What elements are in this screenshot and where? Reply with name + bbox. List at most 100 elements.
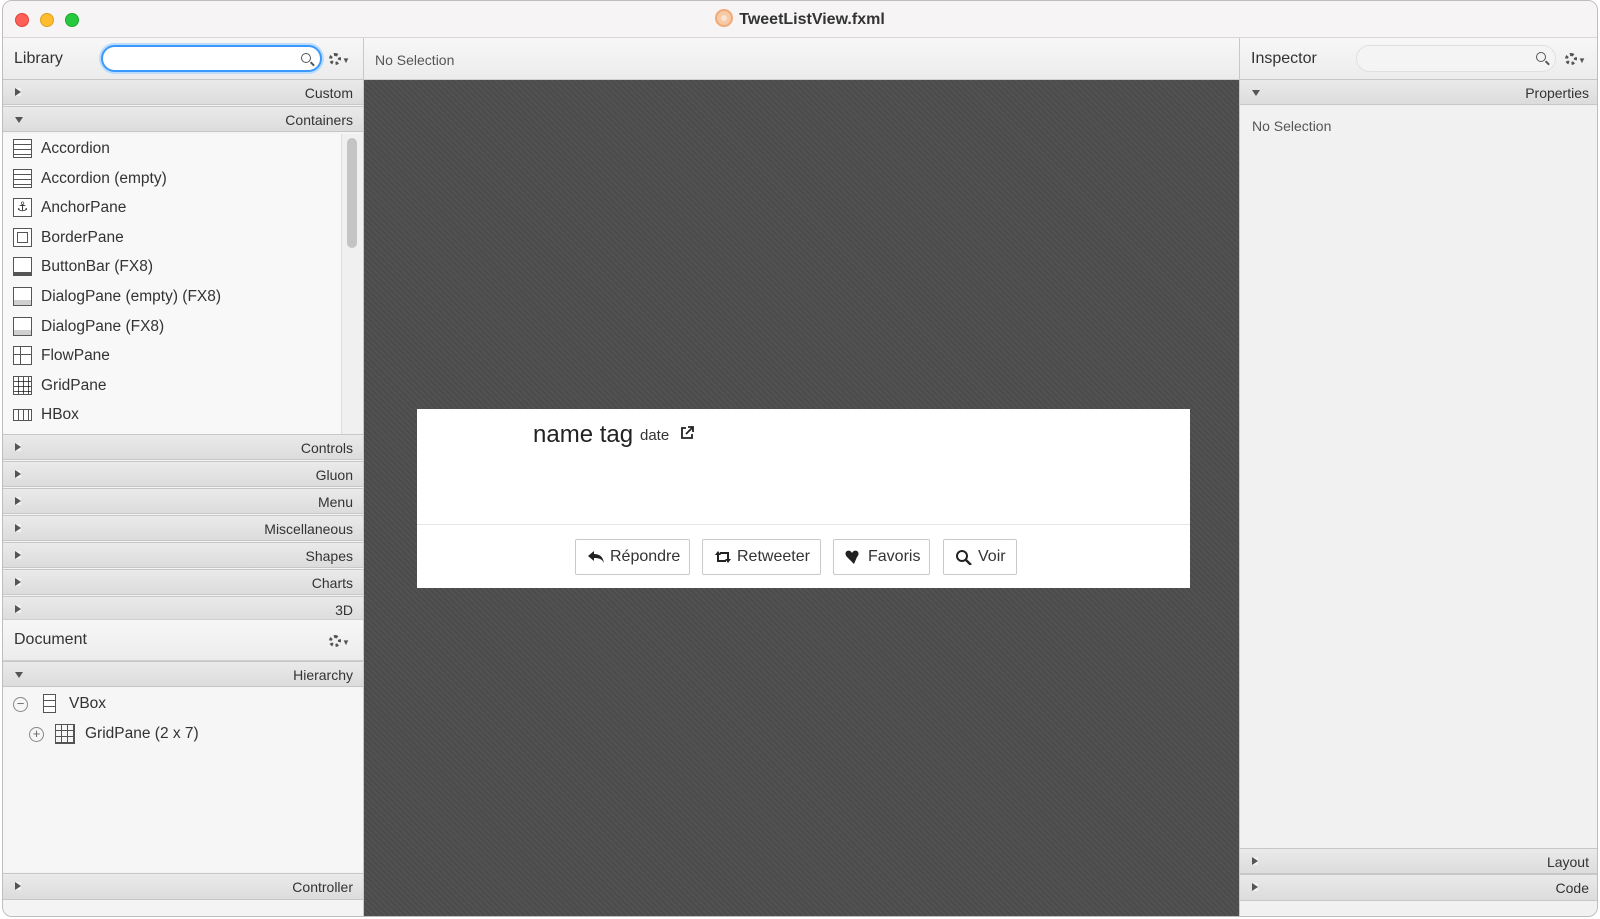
document-section-hierarchy[interactable]: Hierarchy [3,661,363,687]
inspector-no-selection: No Selection [1252,118,1332,134]
hierarchy-tree: − VBox + GridPane (2 x 7) [3,688,363,872]
library-item-label: ButtonBar (FX8) [41,258,153,276]
favorite-button[interactable]: Favoris [833,539,930,575]
tweet-preview-card[interactable]: name tag date Répondre Retweeter Favoris… [417,409,1190,588]
button-label: Voir [978,548,1006,565]
retweet-icon [715,551,731,563]
expanded-triangle-icon [1252,90,1260,96]
library-item-accordion-empty[interactable]: Accordion (empty) [3,164,341,194]
collapsed-triangle-icon [15,578,21,586]
library-section-charts[interactable]: Charts [3,569,363,595]
hbox-icon [13,409,32,422]
library-section-custom[interactable]: Custom [3,79,363,105]
expanded-triangle-icon [15,672,23,678]
external-link-icon[interactable] [679,425,695,441]
app-window: TweetListView.fxml Library ▼ Custom Cont… [2,0,1598,917]
library-section-shapes[interactable]: Shapes [3,542,363,568]
reply-button[interactable]: Répondre [575,539,690,575]
library-section-miscellaneous[interactable]: Miscellaneous [3,515,363,541]
inspector-section-properties[interactable]: Properties [1240,79,1597,105]
inspector-settings-gear-icon[interactable]: ▼ [1565,50,1587,68]
library-section-gluon[interactable]: Gluon [3,461,363,487]
library-item-label: HBox [41,406,79,424]
view-button[interactable]: Voir [943,539,1017,575]
library-item-dialogpane-empty[interactable]: DialogPane (empty) (FX8) [3,282,341,312]
expand-node-icon[interactable]: + [29,727,44,742]
window-title: TweetListView.fxml [739,11,885,28]
library-item-label: Accordion [41,140,110,157]
anchor-icon: ⚓ [13,198,32,218]
retweet-button[interactable]: Retweeter [702,539,821,575]
inspector-search-input[interactable] [1356,45,1556,72]
library-item-hbox[interactable]: HBox [3,400,341,430]
content-panel: No Selection name tag date Répondre Retw… [364,38,1239,916]
library-item-flowpane[interactable]: FlowPane [3,341,341,371]
heart-icon [845,550,859,564]
search-icon [956,550,972,565]
library-item-gridpane[interactable]: GridPane [3,371,341,401]
library-search-input[interactable] [101,45,322,72]
library-item-anchorpane[interactable]: ⚓ AnchorPane [3,193,341,223]
library-item-list: Accordion Accordion (empty) ⚓ AnchorPane… [3,134,341,434]
collapsed-triangle-icon [15,497,21,505]
document-settings-gear-icon[interactable]: ▼ [329,632,351,650]
button-label: Retweeter [737,548,810,565]
title-bar: TweetListView.fxml [3,1,1597,38]
collapsed-triangle-icon [15,88,21,96]
flowpane-icon [13,346,32,366]
collapsed-triangle-icon [15,605,21,613]
dialogpane-icon [13,316,32,336]
library-item-label: AnchorPane [41,199,127,217]
design-canvas[interactable]: name tag date Répondre Retweeter Favoris… [364,80,1239,916]
reply-icon [588,551,604,563]
collapsed-triangle-icon [15,551,21,559]
section-label: Menu [317,494,353,510]
collapsed-triangle-icon [15,470,21,478]
button-label: Favoris [868,548,921,565]
section-label: Shapes [305,548,353,564]
document-title: Document [14,631,87,648]
collapsed-triangle-icon [15,882,21,890]
library-item-buttonbar[interactable]: ButtonBar (FX8) [3,252,341,282]
section-label: Controller [292,879,353,895]
document-section-controller[interactable]: Controller [3,873,363,900]
library-scrollbar[interactable] [341,134,363,434]
properties-body [1240,106,1597,848]
library-item-borderpane[interactable]: BorderPane [3,223,341,253]
inspector-section-layout[interactable]: Layout [1240,848,1597,874]
library-item-label: FlowPane [41,347,110,365]
expanded-triangle-icon [15,117,23,123]
section-label: Charts [311,575,353,591]
tweet-name-tag[interactable]: name tag [533,421,633,449]
selection-path: No Selection [375,52,455,68]
selection-bar: No Selection [364,38,1239,80]
library-header: Library ▼ [3,38,363,80]
section-label: Miscellaneous [264,521,353,537]
collapse-node-icon[interactable]: − [13,697,28,712]
tree-node-label: GridPane (2 x 7) [85,725,199,742]
section-label: Hierarchy [293,667,353,683]
library-item-label: Accordion (empty) [41,169,167,187]
tweet-date[interactable]: date [640,427,669,444]
buttonbar-icon [13,257,32,277]
section-label: Gluon [315,467,353,483]
section-label: Layout [1546,854,1589,870]
inspector-title: Inspector [1251,50,1317,67]
library-section-containers[interactable]: Containers [3,106,363,132]
scene-builder-app-icon [715,9,734,27]
library-section-menu[interactable]: Menu [3,488,363,514]
library-item-accordion[interactable]: Accordion [3,134,341,164]
library-item-label: DialogPane (empty) (FX8) [41,287,222,305]
library-section-controls[interactable]: Controls [3,434,363,460]
inspector-section-code[interactable]: Code [1240,874,1597,901]
library-item-dialogpane[interactable]: DialogPane (FX8) [3,312,341,342]
inspector-header: Inspector ▼ [1240,38,1597,80]
accordion-icon [13,168,32,188]
grid-icon [13,375,32,395]
collapsed-triangle-icon [15,524,21,532]
section-label: 3D [335,602,353,618]
library-settings-gear-icon[interactable]: ▼ [329,50,351,68]
collapsed-triangle-icon [15,443,21,451]
grid-icon [55,724,75,744]
scrollbar-thumb[interactable] [347,138,357,248]
